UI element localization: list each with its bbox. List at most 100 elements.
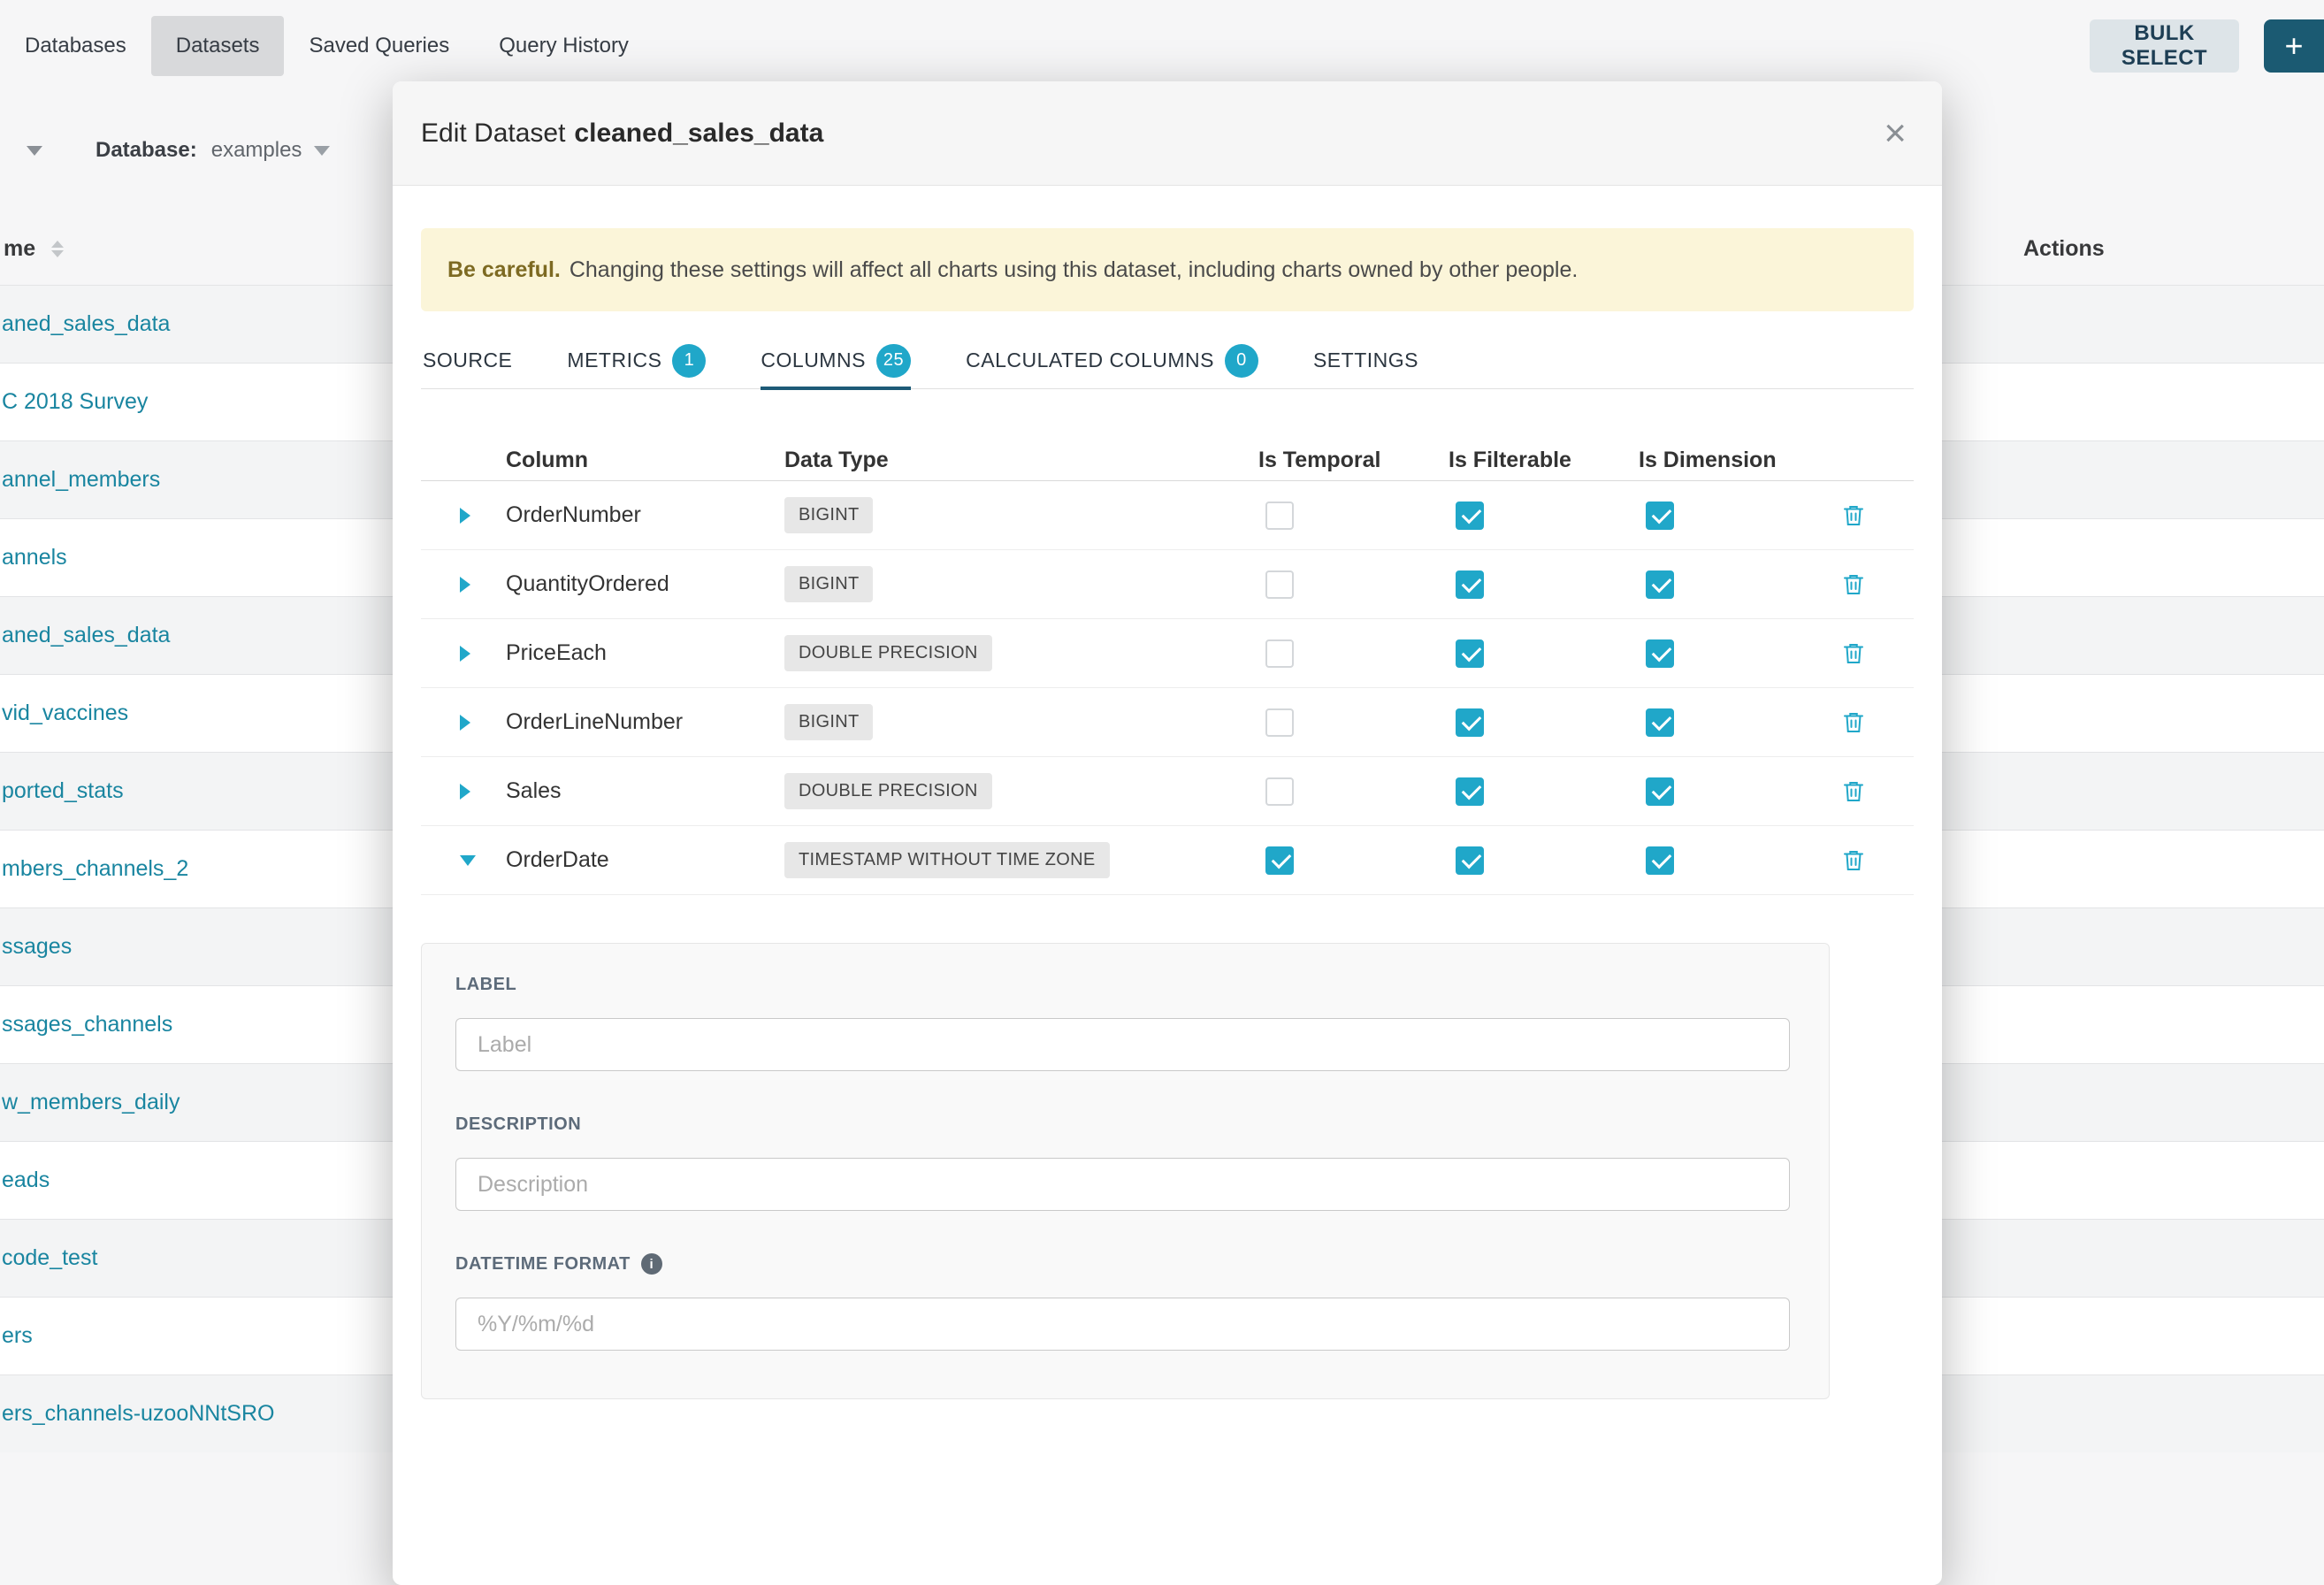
tab-columns[interactable]: COLUMNS 25	[761, 333, 911, 389]
bulk-select-button[interactable]: BULK SELECT	[2090, 19, 2239, 73]
is-temporal-checkbox[interactable]	[1265, 502, 1294, 530]
nav-item-databases[interactable]: Databases	[0, 16, 151, 76]
table-row: PriceEach DOUBLE PRECISION	[421, 619, 1914, 688]
description-input[interactable]	[455, 1158, 1790, 1211]
data-type-pill: DOUBLE PRECISION	[784, 773, 992, 809]
expand-caret-icon[interactable]	[460, 577, 470, 593]
calculated-columns-count-badge: 0	[1225, 344, 1258, 378]
database-filter-label: Database:	[96, 138, 197, 163]
expand-caret-icon[interactable]	[460, 646, 470, 662]
sort-icon[interactable]	[51, 241, 64, 257]
table-row: QuantityOrdered BIGINT	[421, 550, 1914, 619]
table-row: OrderDate TIMESTAMP WITHOUT TIME ZONE	[421, 826, 1914, 895]
table-row: OrderLineNumber BIGINT	[421, 688, 1914, 757]
tab-settings[interactable]: SETTINGS	[1313, 333, 1418, 389]
dataset-link[interactable]: ers	[2, 1323, 33, 1349]
is-temporal-checkbox[interactable]	[1265, 639, 1294, 668]
datetime-format-input[interactable]	[455, 1298, 1790, 1351]
top-nav: Databases Datasets Saved Queries Query H…	[0, 0, 2324, 92]
columns-count-badge: 25	[876, 344, 911, 378]
nav-item-saved-queries[interactable]: Saved Queries	[284, 16, 474, 76]
dataset-link[interactable]: ssages	[2, 934, 72, 960]
table-row: Sales DOUBLE PRECISION	[421, 757, 1914, 826]
collapse-caret-icon[interactable]	[460, 855, 476, 866]
is-filterable-checkbox[interactable]	[1456, 777, 1484, 806]
is-temporal-checkbox[interactable]	[1265, 708, 1294, 737]
tab-metrics[interactable]: METRICS 1	[567, 333, 706, 389]
database-filter-value[interactable]: examples	[211, 138, 302, 163]
column-header: Column	[492, 448, 770, 473]
expand-caret-icon[interactable]	[460, 784, 470, 800]
column-name: OrderLineNumber	[492, 709, 770, 735]
datetime-format-field-label: DATETIME FORMAT i	[455, 1253, 1790, 1275]
expand-caret-icon[interactable]	[460, 715, 470, 731]
dataset-link[interactable]: C 2018 Survey	[2, 389, 148, 415]
dataset-link[interactable]: eads	[2, 1168, 50, 1193]
delete-icon[interactable]	[1840, 502, 1867, 529]
is-filterable-checkbox[interactable]	[1456, 502, 1484, 530]
warning-banner: Be careful. Changing these settings will …	[421, 228, 1914, 311]
is-dimension-checkbox[interactable]	[1646, 777, 1674, 806]
is-filterable-checkbox[interactable]	[1456, 570, 1484, 599]
table-row: OrderNumber BIGINT	[421, 481, 1914, 550]
is-filterable-checkbox[interactable]	[1456, 639, 1484, 668]
dataset-link[interactable]: vid_vaccines	[2, 701, 128, 726]
column-name: Sales	[492, 778, 770, 804]
label-input[interactable]	[455, 1018, 1790, 1071]
name-column-header[interactable]: me	[4, 236, 35, 262]
chevron-down-icon[interactable]	[27, 146, 42, 156]
tab-calculated-columns[interactable]: CALCULATED COLUMNS 0	[966, 333, 1258, 389]
info-icon[interactable]: i	[641, 1253, 662, 1275]
is-temporal-checkbox[interactable]	[1265, 777, 1294, 806]
column-name: PriceEach	[492, 640, 770, 666]
is-filterable-checkbox[interactable]	[1456, 846, 1484, 875]
dataset-link[interactable]: code_test	[2, 1245, 97, 1271]
delete-icon[interactable]	[1840, 640, 1867, 667]
label-field-label: LABEL	[455, 974, 1790, 995]
tab-source[interactable]: SOURCE	[423, 333, 512, 389]
delete-icon[interactable]	[1840, 571, 1867, 598]
dataset-link[interactable]: annel_members	[2, 467, 160, 493]
nav-item-query-history[interactable]: Query History	[474, 16, 654, 76]
dataset-link[interactable]: ers_channels-uzooNNtSRO	[2, 1401, 274, 1427]
is-temporal-checkbox[interactable]	[1265, 846, 1294, 875]
dataset-link[interactable]: mbers_channels_2	[2, 856, 188, 882]
nav-item-datasets[interactable]: Datasets	[151, 16, 285, 76]
dataset-link[interactable]: annels	[2, 545, 67, 570]
is-dimension-checkbox[interactable]	[1646, 708, 1674, 737]
description-field-group: DESCRIPTION	[455, 1114, 1790, 1211]
warning-text: Changing these settings will affect all …	[570, 257, 1579, 282]
data-type-pill: BIGINT	[784, 497, 873, 533]
data-type-pill: BIGINT	[784, 566, 873, 602]
edit-dataset-modal: Edit Datasetcleaned_sales_data × Be care…	[393, 81, 1942, 1585]
column-name: QuantityOrdered	[492, 571, 770, 597]
column-editor-panel: LABEL DESCRIPTION DATETIME FORMAT i	[421, 943, 1830, 1399]
label-field-group: LABEL	[455, 974, 1790, 1071]
add-dataset-button[interactable]: +	[2264, 19, 2324, 73]
dataset-link[interactable]: ssages_channels	[2, 1012, 172, 1038]
is-dimension-checkbox[interactable]	[1646, 639, 1674, 668]
dataset-link[interactable]: aned_sales_data	[2, 623, 170, 648]
dataset-link[interactable]: ported_stats	[2, 778, 124, 804]
modal-header: Edit Datasetcleaned_sales_data ×	[393, 81, 1942, 186]
expand-caret-icon[interactable]	[460, 508, 470, 524]
is-dimension-checkbox[interactable]	[1646, 570, 1674, 599]
description-field-label: DESCRIPTION	[455, 1114, 1790, 1135]
delete-icon[interactable]	[1840, 847, 1867, 874]
dataset-link[interactable]: aned_sales_data	[2, 311, 170, 337]
columns-table-header: Column Data Type Is Temporal Is Filterab…	[421, 440, 1914, 481]
chevron-down-icon[interactable]	[314, 146, 330, 156]
is-dimension-checkbox[interactable]	[1646, 846, 1674, 875]
is-temporal-checkbox[interactable]	[1265, 570, 1294, 599]
datetime-format-field-group: DATETIME FORMAT i	[455, 1253, 1790, 1351]
close-icon[interactable]: ×	[1884, 114, 1907, 153]
is-dimension-header: Is Dimension	[1628, 448, 1840, 473]
delete-icon[interactable]	[1840, 778, 1867, 805]
dataset-name: cleaned_sales_data	[574, 119, 823, 148]
dataset-link[interactable]: w_members_daily	[2, 1090, 180, 1115]
warning-bold: Be careful.	[447, 257, 561, 282]
data-type-header: Data Type	[770, 448, 1248, 473]
delete-icon[interactable]	[1840, 709, 1867, 736]
is-dimension-checkbox[interactable]	[1646, 502, 1674, 530]
is-filterable-checkbox[interactable]	[1456, 708, 1484, 737]
